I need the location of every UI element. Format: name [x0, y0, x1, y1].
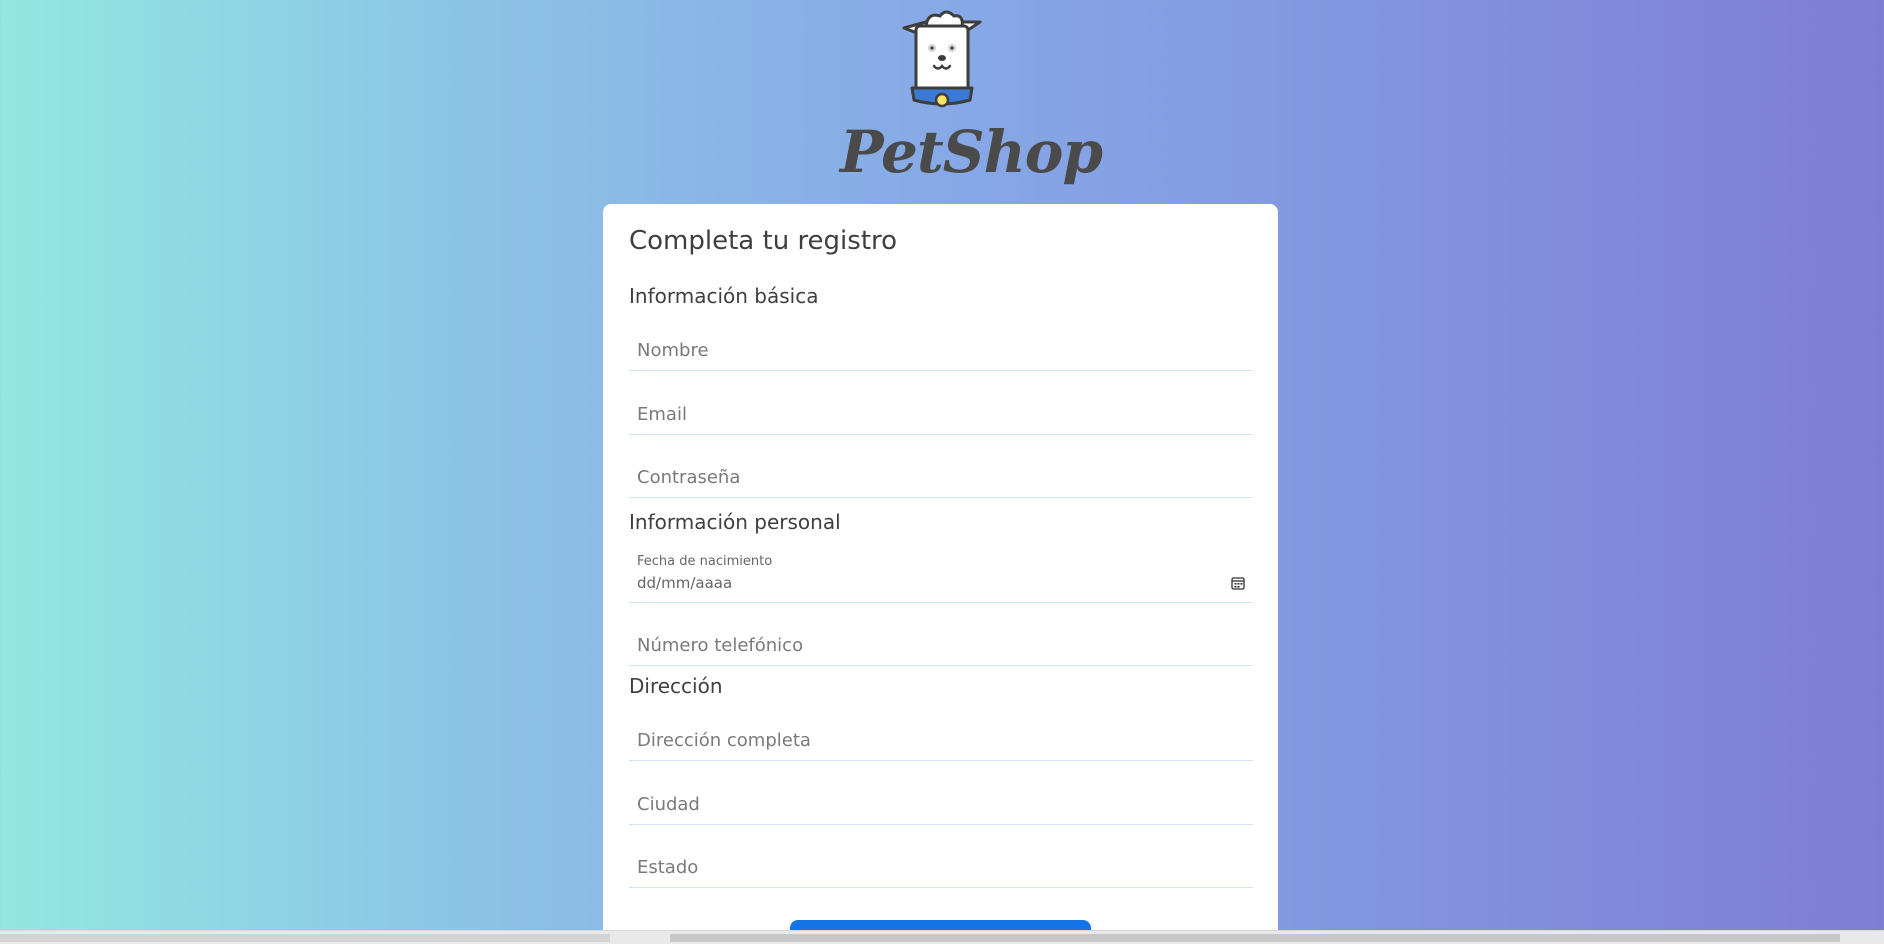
brand-logo: PetShop: [840, 8, 1103, 198]
scrollbar-thumb[interactable]: [670, 934, 1840, 942]
registration-card: Completa tu registro Información básica …: [603, 204, 1278, 944]
birthdate-input[interactable]: dd/mm/aaaa: [637, 574, 732, 592]
phone-field: [629, 625, 1253, 666]
form-title: Completa tu registro: [629, 226, 898, 256]
state-input[interactable]: [629, 847, 1253, 887]
section-address: Dirección: [629, 674, 723, 698]
nombre-field: [629, 330, 1253, 371]
brand-name: PetShop: [840, 118, 1103, 186]
city-input[interactable]: [629, 784, 1253, 824]
city-field: [629, 784, 1253, 825]
address-field: [629, 720, 1253, 761]
email-field: [629, 394, 1253, 435]
address-input[interactable]: [629, 720, 1253, 760]
email-input[interactable]: [629, 394, 1253, 434]
horizontal-scrollbar[interactable]: [0, 930, 1884, 944]
phone-input[interactable]: [629, 625, 1253, 665]
password-field: [629, 457, 1253, 498]
password-input[interactable]: [629, 457, 1253, 497]
birthdate-label: Fecha de nacimiento: [637, 554, 773, 569]
birthdate-field[interactable]: Fecha de nacimiento dd/mm/aaaa: [629, 548, 1253, 603]
state-field: [629, 847, 1253, 888]
section-basic-info: Información básica: [629, 284, 819, 308]
section-personal-info: Información personal: [629, 510, 841, 534]
dog-logo-icon: [902, 10, 982, 108]
calendar-icon[interactable]: [1231, 576, 1245, 590]
scrollbar-track-left: [0, 934, 610, 942]
nombre-input[interactable]: [629, 330, 1253, 370]
